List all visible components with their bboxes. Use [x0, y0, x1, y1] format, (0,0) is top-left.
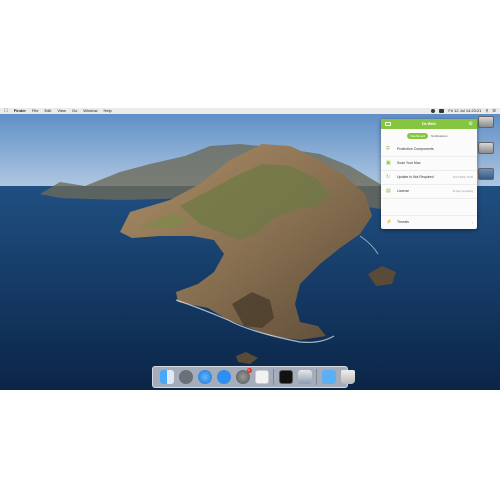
menu-edit[interactable]: Edit	[44, 108, 51, 114]
license-icon: ▤	[386, 188, 391, 194]
drweb-tabs: Dashboard Notifications	[381, 133, 477, 139]
macintosh-hd-icon[interactable]	[478, 116, 494, 130]
tab-dashboard[interactable]: Dashboard	[407, 133, 429, 139]
row-update[interactable]: ↻ Update Is Not Required 15.07.2020, 16:…	[381, 171, 477, 185]
row-protection-components[interactable]: ⛨ Protection Components	[381, 143, 477, 157]
scan-icon: ▣	[386, 160, 391, 166]
update-timestamp: 15.07.2020, 16:30	[452, 176, 473, 179]
row-label: Threats	[397, 220, 409, 224]
screen:  Finder File Edit View Go Window Help F…	[0, 108, 500, 390]
drweb-header: Dr.Web ⚙	[381, 119, 477, 129]
downloads-icon[interactable]	[321, 370, 336, 384]
clock[interactable]: Fri 12 Jul 14:23:21	[448, 108, 481, 114]
row-license[interactable]: ▤ License 44 days remaining	[381, 185, 477, 199]
row-threats[interactable]: ⚡ Threats ›	[381, 215, 477, 229]
control-center-icon[interactable]: ☰	[492, 108, 496, 114]
external-disk-icon[interactable]	[478, 142, 494, 156]
menu-view[interactable]: View	[57, 108, 66, 114]
row-scan-your-mac[interactable]: ▣ Scan Your Mac	[381, 157, 477, 171]
row-label: Protection Components	[397, 147, 434, 151]
menu-file[interactable]: File	[32, 108, 38, 114]
launchpad-icon[interactable]	[178, 370, 193, 384]
drweb-status-icon[interactable]	[431, 109, 436, 113]
search-icon[interactable]: ⚲	[485, 108, 488, 114]
tab-notifications[interactable]: Notifications	[428, 133, 450, 139]
finder-icon[interactable]	[159, 370, 174, 384]
drweb-title: Dr.Web	[422, 121, 436, 126]
drweb-popup: Dr.Web ⚙ Dashboard Notifications ⛨ Prote…	[381, 119, 477, 229]
row-label: Update Is Not Required	[397, 175, 434, 179]
network-share-icon[interactable]	[478, 168, 494, 182]
terminal-icon[interactable]	[278, 370, 293, 384]
app-store-icon[interactable]	[216, 370, 231, 384]
lightning-icon: ⚡	[386, 219, 393, 225]
dock-separator	[316, 369, 317, 385]
preview-icon[interactable]	[297, 370, 312, 384]
menu-app-name[interactable]: Finder	[14, 108, 26, 114]
notification-badge: 1	[246, 368, 252, 373]
row-label: License	[397, 189, 410, 193]
chevron-right-icon: ›	[471, 220, 473, 225]
dock: 1	[152, 366, 355, 388]
shield-icon: ⛨	[386, 146, 390, 152]
trash-icon[interactable]	[340, 370, 355, 384]
dock-separator	[273, 369, 274, 385]
safari-icon[interactable]	[197, 370, 212, 384]
drweb-icon[interactable]	[254, 370, 269, 384]
row-label: Scan Your Mac	[397, 161, 421, 165]
menu-bar:  Finder File Edit View Go Window Help F…	[0, 108, 500, 114]
refresh-icon: ↻	[386, 174, 391, 180]
apple-menu-icon[interactable]: 	[4, 108, 8, 114]
battery-icon[interactable]	[439, 109, 445, 113]
license-remaining: 44 days remaining	[452, 190, 473, 193]
menu-go[interactable]: Go	[72, 108, 77, 114]
system-preferences-icon[interactable]: 1	[235, 368, 252, 384]
gear-icon[interactable]: ⚙	[469, 121, 473, 127]
menu-help[interactable]: Help	[104, 108, 112, 114]
menu-window[interactable]: Window	[83, 108, 97, 114]
